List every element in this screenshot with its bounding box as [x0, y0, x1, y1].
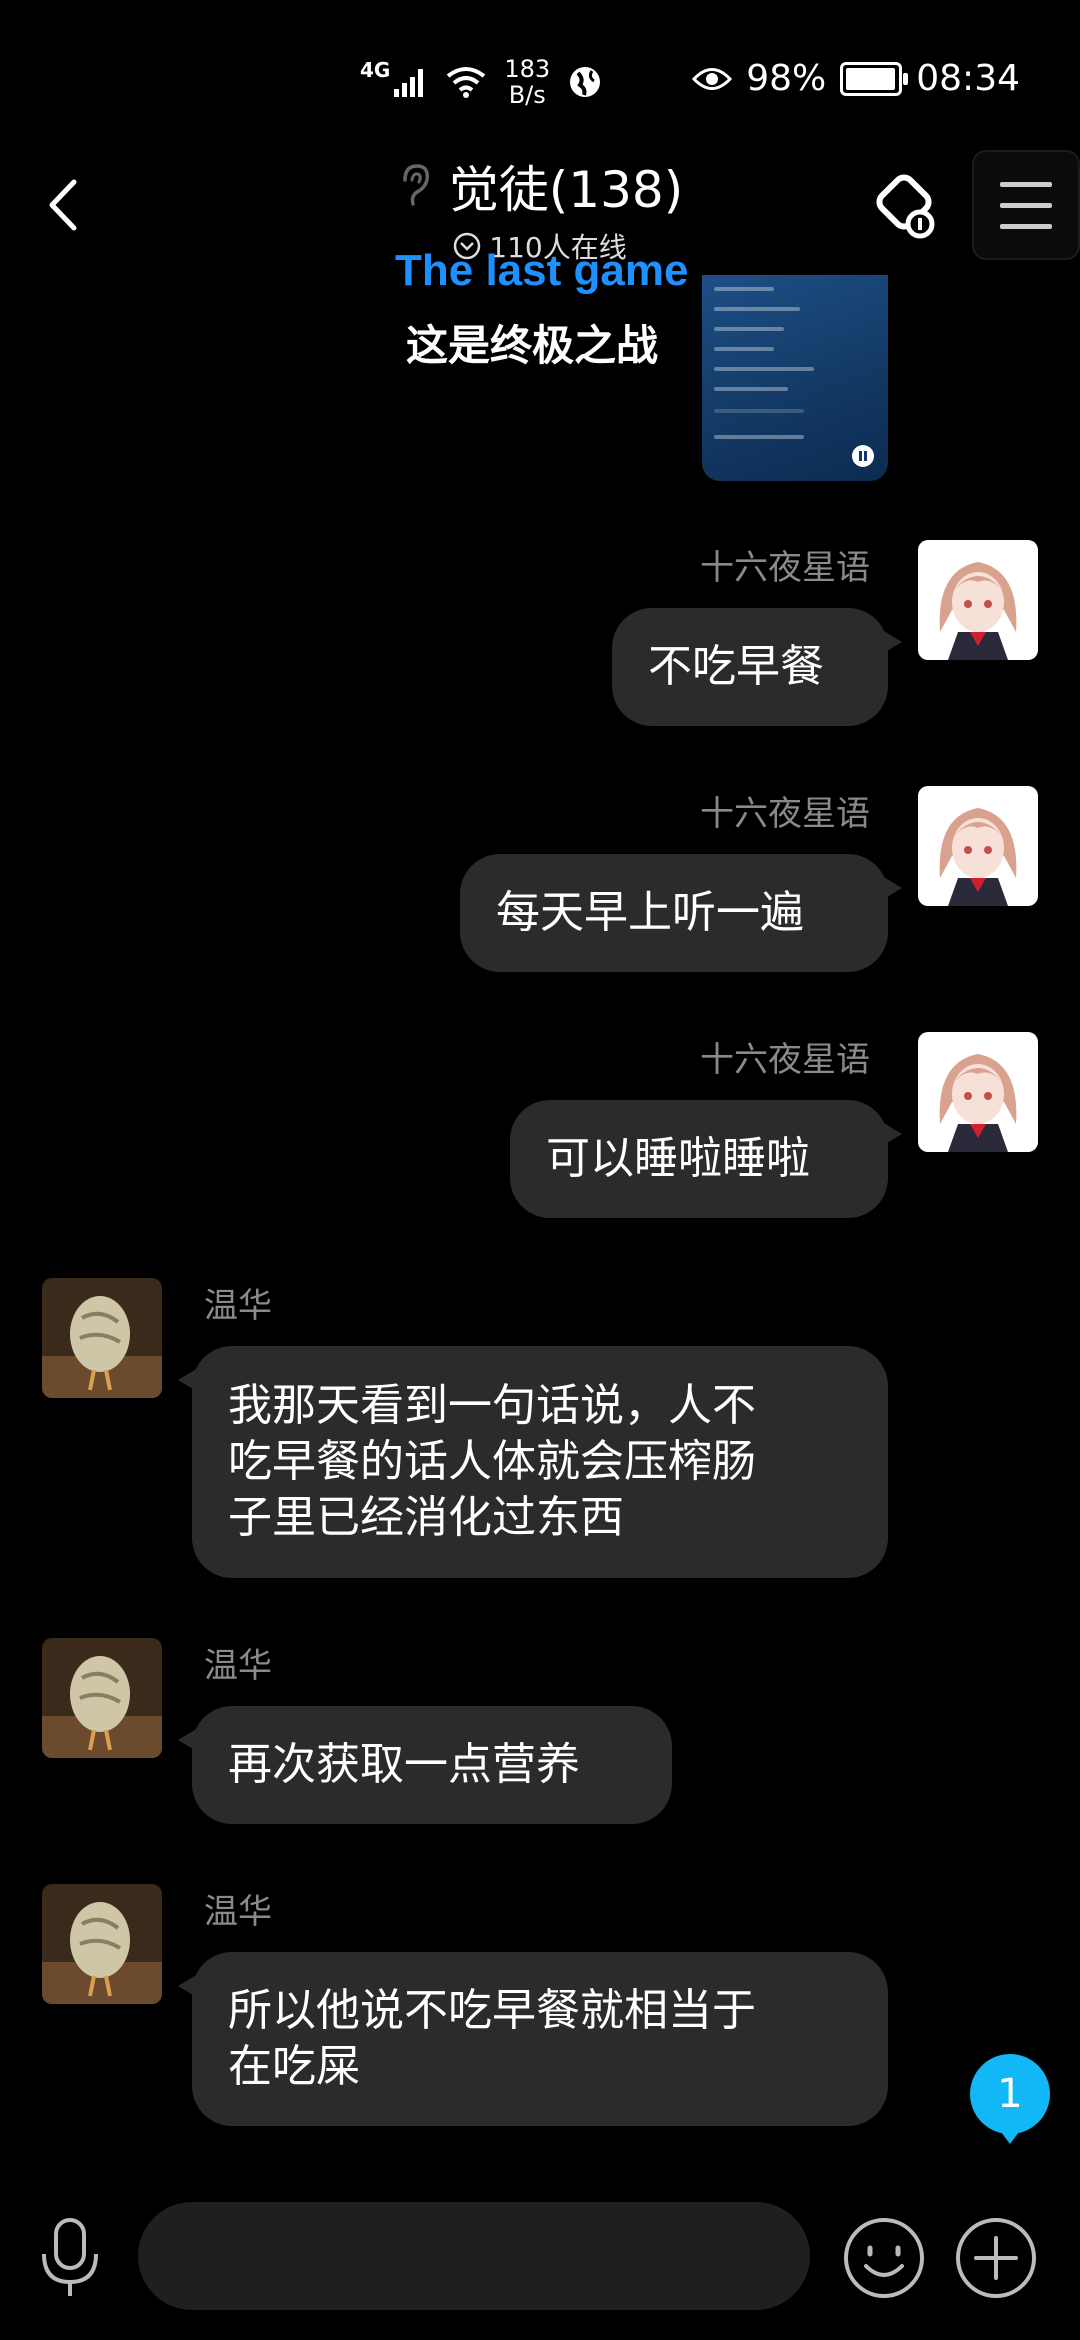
status-left: 4G 183 B/s: [360, 56, 602, 108]
eye-icon: [692, 67, 733, 90]
song-title[interactable]: The last game: [395, 246, 688, 296]
avatar[interactable]: [918, 786, 1038, 906]
message-sender: 温华: [204, 1892, 272, 1932]
message-bubble[interactable]: 我那天看到一句话说，人不 吃早餐的话人体就会压榨肠 子里已经消化过东西: [178, 1346, 888, 1578]
message-text: 子里已经消化过东西: [228, 1492, 624, 1543]
message-text: 我那天看到一句话说，人不: [228, 1380, 756, 1431]
plus-icon[interactable]: [952, 2214, 1040, 2302]
battery-level: [846, 67, 896, 90]
chat-title[interactable]: 觉徒(138): [449, 150, 683, 222]
message-sender: 十六夜星语: [700, 548, 870, 588]
message-sender: 温华: [204, 1646, 272, 1686]
message-input[interactable]: [138, 2202, 810, 2310]
avatar[interactable]: [42, 1638, 162, 1758]
emoji-icon[interactable]: [840, 2214, 928, 2302]
message-sender: 十六夜星语: [700, 1040, 870, 1080]
message-sender: 十六夜星语: [700, 794, 870, 834]
message-text: 每天早上听一遍: [496, 887, 804, 938]
chick-avatar-icon: [42, 1638, 162, 1758]
message-bubble[interactable]: 每天早上听一遍: [460, 854, 902, 972]
message-text: 再次获取一点营养: [228, 1739, 580, 1790]
hamburger-menu-icon: [1000, 182, 1052, 229]
chick-avatar-icon: [42, 1278, 162, 1398]
menu-button[interactable]: [972, 150, 1080, 260]
signal-icon: [394, 69, 424, 97]
message-text: 可以睡啦睡啦: [546, 1133, 810, 1184]
speed-unit: B/s: [508, 81, 546, 109]
message-sender: 温华: [204, 1286, 272, 1326]
status-right: 98% 08:34: [692, 58, 1020, 99]
message-bubble[interactable]: 不吃早餐: [612, 608, 902, 726]
avatar[interactable]: [42, 1884, 162, 2004]
pause-icon[interactable]: [852, 445, 874, 467]
clock: 08:34: [916, 58, 1020, 99]
message-text: 所以他说不吃早餐就相当于: [228, 1985, 756, 2036]
music-share-icon[interactable]: [868, 168, 944, 244]
speed-value: 183: [504, 55, 551, 83]
status-bar: 4G 183 B/s 98% 08:34: [0, 0, 1080, 160]
message-bubble[interactable]: 所以他说不吃早餐就相当于 在吃屎: [178, 1952, 888, 2126]
song-lyrics-thumbnail[interactable]: [702, 275, 888, 481]
song-subtitle: 这是终极之战: [406, 321, 659, 370]
globe-icon: [570, 67, 601, 97]
battery-icon: [840, 61, 909, 96]
unread-badge[interactable]: 1: [970, 2054, 1050, 2144]
message-bubble[interactable]: 可以睡啦睡啦: [510, 1100, 902, 1218]
anime-girl-avatar-icon: [918, 786, 1038, 906]
back-arrow-icon[interactable]: [40, 170, 90, 240]
anime-girl-avatar-icon: [918, 540, 1038, 660]
avatar[interactable]: [918, 1032, 1038, 1152]
message-text: 吃早餐的话人体就会压榨肠: [228, 1436, 756, 1487]
battery-percent: 98%: [746, 58, 827, 99]
message-text: 不吃早餐: [648, 641, 824, 692]
network-speed: 183 B/s: [504, 56, 550, 108]
message-text: 在吃屎: [228, 2041, 360, 2092]
ear-icon: [403, 164, 429, 206]
anime-girl-avatar-icon: [918, 1032, 1038, 1152]
microphone-icon[interactable]: [30, 2212, 110, 2302]
message-bubble[interactable]: 再次获取一点营养: [178, 1706, 672, 1824]
avatar[interactable]: [918, 540, 1038, 660]
network-type: 4G: [360, 58, 391, 82]
avatar[interactable]: [42, 1278, 162, 1398]
wifi-icon: [447, 67, 486, 98]
chick-avatar-icon: [42, 1884, 162, 2004]
